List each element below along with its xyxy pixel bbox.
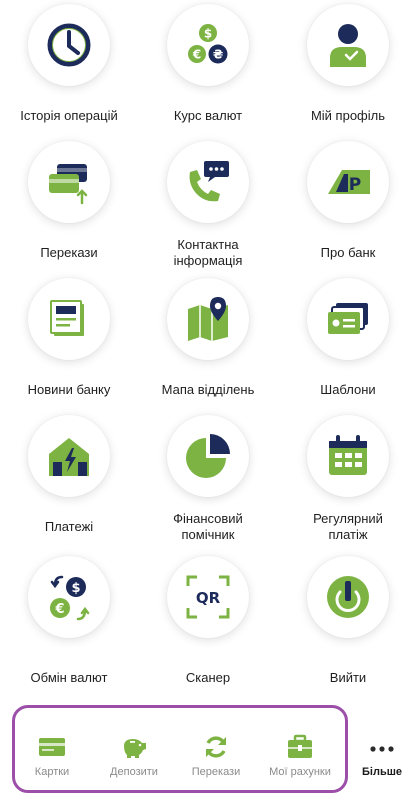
menu-icon-circle: QR (167, 556, 249, 638)
menu-label: Платежі (44, 519, 94, 534)
map-pin-icon (188, 297, 228, 341)
menu-icon-circle (28, 4, 110, 86)
bank-logo-icon: P (328, 170, 370, 195)
menu-label: Шаблони (320, 382, 376, 397)
currency-coins-icon: $ € ₴ (188, 24, 228, 64)
tab-cards[interactable]: Картки (12, 734, 92, 778)
menu-label: Мапа відділень (161, 382, 255, 397)
menu-icon-circle (167, 141, 249, 223)
menu-icon-circle (307, 556, 389, 638)
tab-label: Депозити (110, 766, 158, 778)
pie-chart-icon (186, 434, 230, 478)
menu-label: Обмін валют (30, 670, 108, 685)
menu-icon-circle: P (307, 141, 389, 223)
tab-more[interactable]: Більше (342, 734, 418, 778)
piggy-bank-icon (124, 739, 146, 758)
menu-icon-circle (307, 278, 389, 360)
menu-item-currency-exchange[interactable]: $ € Обмін валют (0, 548, 138, 698)
menu-icon-circle (167, 278, 249, 360)
menu-item-news[interactable]: Новини банку (0, 274, 138, 411)
svg-text:P: P (349, 175, 361, 195)
menu-icon-circle (307, 4, 389, 86)
news-document-icon (50, 300, 84, 336)
refresh-arrows-icon (206, 736, 226, 758)
menu-item-logout[interactable]: Вийти (278, 548, 418, 698)
currency-exchange-icon: $ € (50, 575, 90, 621)
power-icon (327, 576, 369, 618)
menu-item-scanner[interactable]: QR Сканер (138, 548, 278, 698)
briefcase-icon (288, 734, 312, 758)
menu-label: Курс валют (173, 108, 243, 123)
menu-item-templates[interactable]: Шаблони (278, 274, 418, 411)
user-profile-icon (330, 24, 366, 67)
tab-label: Картки (34, 766, 70, 778)
menu-item-regular-payment[interactable]: Регулярний платіж (278, 411, 418, 548)
menu-label: Вийти (329, 670, 367, 685)
menu-icon-circle (307, 415, 389, 497)
menu-item-about-bank[interactable]: P Про банк (278, 137, 418, 274)
menu-item-history[interactable]: Історія операцій (0, 0, 138, 137)
menu-item-profile[interactable]: Мій профіль (278, 0, 418, 137)
menu-label: Новини банку (27, 382, 111, 397)
card-transfer-icon (49, 164, 88, 205)
menu-label: Регулярний платіж (313, 511, 383, 542)
clock-icon (47, 23, 91, 67)
house-utility-icon (49, 438, 89, 476)
menu-label: Контактна інформація (173, 237, 243, 268)
svg-text:€: € (192, 48, 201, 62)
menu-item-branch-map[interactable]: Мапа відділень (138, 274, 278, 411)
svg-text:₴: ₴ (213, 48, 223, 62)
menu-grid: Історія операцій $ € ₴ Курс валют Мій пр… (0, 0, 418, 700)
tab-label: Перекази (191, 766, 241, 778)
svg-text:$: $ (71, 581, 80, 596)
menu-label: Фінансовий помічник (173, 511, 243, 542)
menu-label: Мій профіль (310, 108, 386, 123)
menu-label: Сканер (185, 670, 231, 685)
tab-deposits[interactable]: Депозити (94, 734, 174, 778)
menu-label: Історія операцій (20, 108, 118, 123)
tab-label: Мої рахунки (269, 766, 331, 778)
menu-icon-circle: $ € ₴ (167, 4, 249, 86)
menu-item-transfers[interactable]: Перекази (0, 137, 138, 274)
menu-icon-circle (28, 278, 110, 360)
menu-icon-circle (28, 415, 110, 497)
more-dots-icon (370, 746, 394, 752)
menu-item-payments[interactable]: Платежі (0, 411, 138, 548)
svg-text:€: € (54, 602, 64, 617)
menu-icon-circle (167, 415, 249, 497)
tab-label: Більше (362, 766, 402, 778)
menu-item-contacts[interactable]: Контактна інформація (138, 137, 278, 274)
menu-icon-circle: $ € (28, 556, 110, 638)
tab-my-accounts[interactable]: Мої рахунки (260, 734, 340, 778)
menu-item-exchange-rates[interactable]: $ € ₴ Курс валют (138, 0, 278, 137)
svg-text:$: $ (204, 27, 212, 41)
tab-transfers[interactable]: Перекази (176, 734, 256, 778)
template-cards-icon (328, 303, 368, 334)
qr-scanner-icon: QR (186, 575, 230, 619)
calendar-icon (329, 435, 367, 475)
svg-text:QR: QR (196, 589, 221, 607)
menu-icon-circle (28, 141, 110, 223)
menu-item-financial-assistant[interactable]: Фінансовий помічник (138, 411, 278, 548)
menu-label: Про банк (320, 245, 376, 260)
menu-label: Перекази (40, 245, 98, 260)
bottom-tab-bar: Картки Депозити Перекази Мої рахунки Біл… (0, 700, 418, 805)
card-icon (39, 738, 65, 756)
phone-chat-icon (189, 161, 229, 202)
